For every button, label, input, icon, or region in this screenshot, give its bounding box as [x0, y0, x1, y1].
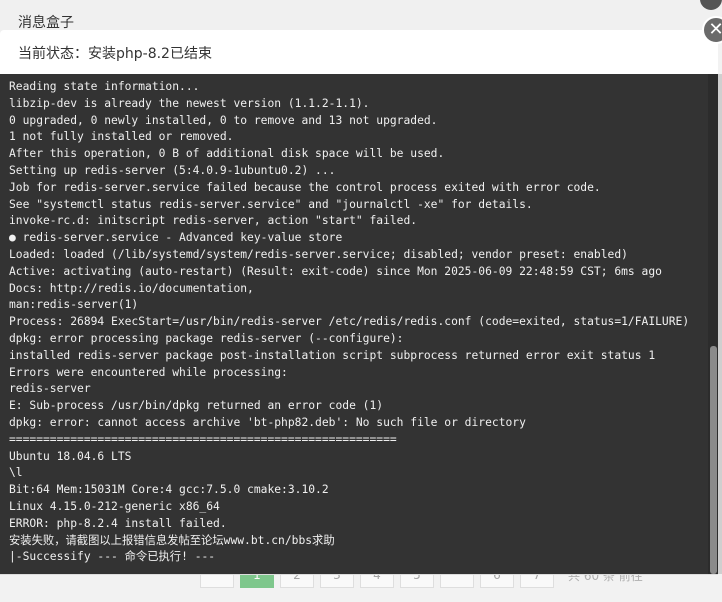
close-button[interactable]: ✕: [702, 16, 722, 44]
log-line: \l: [9, 466, 23, 480]
log-line: man:redis-server(1): [9, 298, 139, 312]
log-line: Bit:64 Mem:15031M Core:4 gcc:7.5.0 cmake…: [9, 483, 329, 497]
log-line: Errors were encountered while processing…: [9, 365, 288, 379]
log-line: Docs: http://redis.io/documentation,: [9, 281, 254, 295]
log-line: Linux 4.15.0-212-generic x86_64: [9, 499, 220, 513]
log-line: Active: activating (auto-restart) (Resul…: [9, 264, 662, 278]
log-line: Job for redis-server.service failed beca…: [9, 180, 601, 194]
log-line: Loaded: loaded (/lib/systemd/system/redi…: [9, 247, 628, 261]
log-line: Process: 26894 ExecStart=/usr/bin/redis-…: [9, 315, 690, 329]
log-line: Reading state information...: [9, 80, 200, 93]
log-line: Ubuntu 18.04.6 LTS: [9, 449, 132, 463]
log-line: |-Successify --- 命令已执行! ---: [9, 550, 216, 564]
message-box-layer: 消息盒子 当前状态：安装php-8.2已结束 ✕ Reading state i…: [0, 0, 722, 602]
console-scrollbar[interactable]: [708, 74, 718, 574]
layer-title: 消息盒子: [18, 15, 74, 31]
install-log-console[interactable]: Reading state information... libzip-dev i…: [0, 74, 718, 574]
log-line: dpkg: error processing package redis-ser…: [9, 331, 404, 345]
log-line: libzip-dev is already the newest version…: [9, 96, 370, 110]
log-line: installed redis-server package post-inst…: [9, 348, 656, 362]
install-status-text: 当前状态：安装php-8.2已结束: [18, 46, 212, 62]
log-line: Setting up redis-server (5:4.0.9-1ubuntu…: [9, 163, 336, 177]
log-line: ● redis-server.service - Advanced key-va…: [9, 231, 343, 245]
log-line: See "systemctl status redis-server.servi…: [9, 197, 533, 211]
scrollbar-thumb[interactable]: [710, 346, 717, 574]
log-line: After this operation, 0 B of additional …: [9, 147, 445, 161]
layer-corner-icon[interactable]: [700, 0, 722, 10]
log-line: 安装失败，请截图以上报错信息发帖至论坛www.bt.cn/bbs求助: [9, 533, 335, 547]
log-line: redis-server: [9, 382, 91, 396]
log-line: ERROR: php-8.2.4 install failed.: [9, 516, 227, 530]
layer-edge: [718, 74, 722, 574]
log-line: 1 not fully installed or removed.: [9, 130, 234, 144]
log-line: invoke-rc.d: initscript redis-server, ac…: [9, 214, 418, 228]
log-line: ========================================…: [9, 432, 397, 446]
layer-bottom-border: [0, 574, 718, 575]
log-output: Reading state information... libzip-dev i…: [9, 79, 704, 566]
app-frame: 1 2 3 4 5 6 7 共 60 条 前往 消息盒子 当前状态：安装php-…: [0, 0, 722, 602]
install-status-bar: 当前状态：安装php-8.2已结束: [0, 30, 718, 74]
log-line: 0 upgraded, 0 newly installed, 0 to remo…: [9, 113, 438, 127]
log-line: E: Sub-process /usr/bin/dpkg returned an…: [9, 399, 384, 413]
log-line: dpkg: error: cannot access archive 'bt-p…: [9, 415, 526, 429]
